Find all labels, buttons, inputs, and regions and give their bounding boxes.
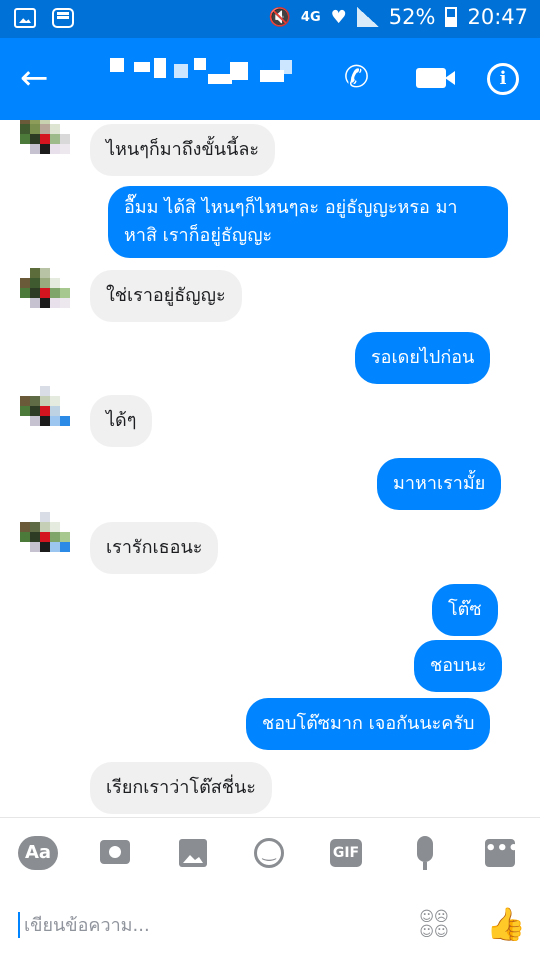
chat-header: ← ✆ i (0, 38, 540, 120)
message-input[interactable] (24, 910, 384, 940)
contact-avatar[interactable] (20, 386, 78, 444)
outgoing-message[interactable]: โต๊ซ (432, 584, 498, 636)
clock: 20:47 (467, 5, 528, 29)
mic-icon[interactable] (417, 836, 433, 870)
status-bar: 🔇 4G ♥ 52% 20:47 (0, 0, 540, 38)
camera-icon[interactable] (100, 840, 130, 864)
message-list[interactable]: ไหนๆก็มาถึงขั้นนี้ละ อื๊มม ได้สิ ไหนๆก็ไ… (0, 120, 540, 817)
composer-toolbar: Aa ‿ GIF ••• (0, 836, 540, 872)
heart-icon: ♥ (330, 6, 347, 28)
outgoing-message[interactable]: อื๊มม ได้สิ ไหนๆก็ไหนๆละ อยู่ธัญญะหรอ มา… (108, 186, 508, 258)
incoming-message[interactable]: เรารักเธอนะ (90, 522, 219, 574)
signal-icon (356, 7, 379, 27)
gif-icon[interactable]: GIF (330, 839, 362, 867)
battery-icon (445, 7, 458, 27)
emoji-icon[interactable]: ‿ (254, 838, 284, 868)
contact-name-pixelated[interactable] (110, 58, 310, 98)
contact-avatar[interactable] (20, 268, 78, 326)
gallery-notification-icon (14, 8, 36, 28)
network-type: 4G (300, 9, 321, 25)
incoming-message[interactable]: ใช่เราอยู่ธัญญะ (90, 270, 242, 322)
more-icon[interactable]: ••• (485, 839, 520, 867)
contact-avatar[interactable] (20, 120, 78, 172)
mute-icon: 🔇 (268, 6, 291, 28)
outgoing-message[interactable]: รอเดยไปก่อน (355, 332, 491, 384)
text-cursor (18, 912, 20, 938)
outgoing-message[interactable]: ชอบนะ (414, 640, 503, 692)
image-icon[interactable] (179, 839, 207, 867)
info-icon[interactable]: i (487, 63, 519, 95)
incoming-message[interactable]: ได้ๆ (90, 395, 153, 447)
message-notification-icon (52, 8, 74, 28)
aa-icon[interactable]: Aa (18, 836, 58, 870)
incoming-message[interactable]: ไหนๆก็มาถึงขั้นนี้ละ (90, 124, 276, 176)
outgoing-message[interactable]: มาหาเรามั้ย (377, 458, 502, 510)
battery-percent: 52% (388, 5, 436, 29)
message-input-row: ☺☹☺☺ 👍 (0, 906, 540, 946)
outgoing-message[interactable]: ชอบโต๊ซมาก เจอกันนะครับ (246, 698, 491, 750)
back-arrow-icon[interactable]: ← (20, 58, 49, 98)
phone-icon[interactable]: ✆ (344, 60, 369, 95)
like-icon[interactable]: 👍 (486, 906, 526, 942)
contact-avatar[interactable] (20, 512, 78, 570)
composer: Aa ‿ GIF ••• ☺☹☺☺ 👍 (0, 817, 540, 960)
incoming-message[interactable]: เรียกเราว่าโต๊สชี่นะ (90, 762, 272, 814)
reactions-icon[interactable]: ☺☹ ☺☺ (418, 910, 450, 942)
video-camera-icon[interactable] (416, 68, 455, 88)
